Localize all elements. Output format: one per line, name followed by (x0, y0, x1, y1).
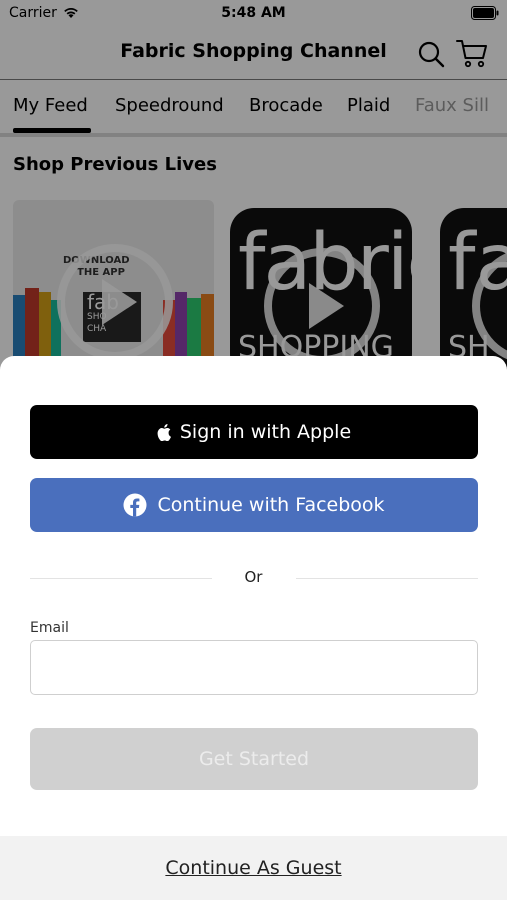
get-started-button[interactable]: Get Started (30, 728, 478, 790)
continue-with-facebook-button[interactable]: Continue with Facebook (30, 478, 478, 532)
continue-as-guest-link[interactable]: Continue As Guest (0, 857, 507, 879)
sign-in-with-apple-button[interactable]: Sign in with Apple (30, 405, 478, 459)
email-label: Email (30, 620, 69, 636)
email-field[interactable] (30, 640, 478, 695)
guest-bar: Continue As Guest (0, 836, 507, 900)
divider-right (296, 578, 478, 579)
apple-icon (157, 424, 171, 441)
or-divider-label: Or (244, 568, 263, 586)
apple-button-label: Sign in with Apple (179, 421, 352, 443)
facebook-icon (123, 493, 147, 517)
sign-in-sheet: Sign in with Apple Continue with Faceboo… (0, 356, 507, 900)
facebook-button-label: Continue with Facebook (157, 494, 385, 516)
